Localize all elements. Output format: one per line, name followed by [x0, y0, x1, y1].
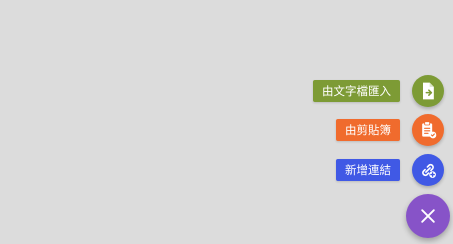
- close-fab-button[interactable]: [406, 194, 450, 238]
- from-clipboard-button[interactable]: [412, 114, 444, 146]
- import-text-file-button[interactable]: [412, 75, 444, 107]
- fab-menu-item-add-link[interactable]: 新增連結: [336, 152, 444, 188]
- file-import-icon: [418, 81, 438, 101]
- import-text-file-label[interactable]: 由文字檔匯入: [313, 80, 400, 102]
- clipboard-check-icon: [418, 120, 438, 140]
- from-clipboard-label[interactable]: 由剪貼簿: [336, 119, 400, 141]
- fab-menu-item-from-clipboard[interactable]: 由剪貼簿: [336, 112, 444, 148]
- fab-menu-item-import-text-file[interactable]: 由文字檔匯入: [313, 73, 444, 109]
- add-link-label[interactable]: 新增連結: [336, 159, 400, 181]
- add-link-button[interactable]: [412, 154, 444, 186]
- fab-speed-dial-screen: 由文字檔匯入 由剪貼簿 新增連結: [0, 0, 453, 244]
- close-icon: [418, 206, 438, 226]
- link-add-icon: [418, 160, 438, 180]
